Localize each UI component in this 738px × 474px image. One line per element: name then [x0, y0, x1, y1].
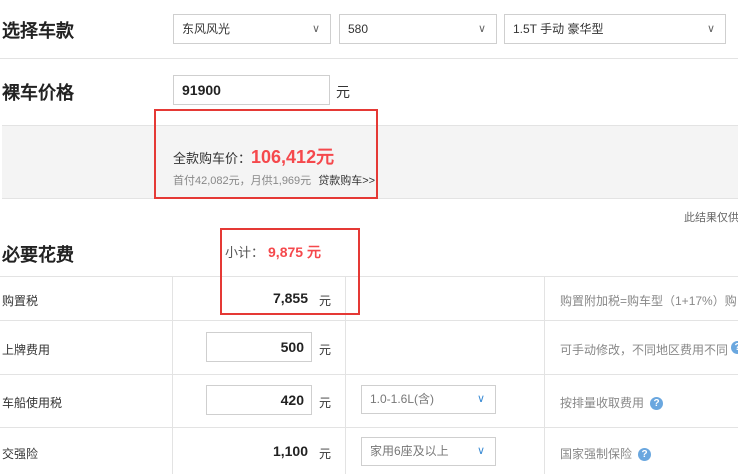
help-icon[interactable]: ? — [638, 448, 652, 462]
divider — [0, 58, 738, 59]
seat-select-value: 家用6座及以上 — [370, 444, 449, 458]
bare-price-unit: 元 — [336, 84, 350, 100]
help-icon[interactable]: ? — [650, 397, 664, 411]
bare-price-input[interactable]: 91900 — [173, 75, 330, 105]
chevron-down-icon: ∨ — [477, 23, 486, 35]
table-divider — [0, 427, 738, 428]
table-row-label: 交强险 — [2, 447, 39, 461]
help-icon[interactable]: ? — [731, 341, 738, 354]
vehicle-tax-unit: 元 — [319, 396, 332, 410]
brand-select[interactable]: 东风风光 ∨ — [173, 14, 331, 44]
insurance-value: 1,100 — [272, 443, 308, 459]
highlight-box-full-price — [154, 109, 378, 199]
chevron-down-icon: ∨ — [476, 393, 485, 405]
displacement-select-value: 1.0-1.6L(含) — [370, 392, 435, 406]
insurance-note: 国家强制保险? — [560, 445, 652, 462]
model-select-value: 1.5T 手动 豪华型 — [513, 22, 604, 36]
plate-fee-note: 可手动修改，不同地区费用不同 — [560, 343, 729, 357]
insurance-note-text: 国家强制保险 — [560, 447, 633, 461]
table-divider — [0, 374, 738, 375]
vehicle-tax-input[interactable]: 420 — [206, 385, 312, 415]
vehicle-tax-note-text: 按排量收取费用 — [560, 396, 645, 410]
table-column-divider — [172, 276, 173, 474]
model-select[interactable]: 1.5T 手动 豪华型 ∨ — [504, 14, 726, 44]
table-row-label: 上牌费用 — [2, 343, 51, 357]
disclaimer-text: 此结果仅供 — [684, 212, 738, 224]
chevron-down-icon: ∨ — [706, 23, 715, 35]
table-row-label: 车船使用税 — [2, 396, 63, 410]
plate-fee-input[interactable]: 500 — [206, 332, 312, 362]
bare-price-title: 裸车价格 — [2, 83, 74, 103]
purchase-tax-note: 购置附加税=购车型（1+17%）购 — [560, 294, 737, 308]
plate-fee-unit: 元 — [319, 343, 332, 357]
table-row-label: 购置税 — [2, 294, 39, 308]
chevron-down-icon: ∨ — [476, 445, 485, 457]
insurance-unit: 元 — [319, 447, 332, 461]
series-select[interactable]: 580 ∨ — [339, 14, 497, 44]
select-car-title: 选择车款 — [2, 21, 74, 41]
table-divider — [0, 320, 738, 321]
table-column-divider — [544, 276, 545, 474]
table-divider — [0, 276, 738, 277]
chevron-down-icon: ∨ — [311, 23, 320, 35]
seat-select[interactable]: 家用6座及以上 ∨ — [361, 437, 496, 466]
highlight-box-subtotal — [220, 228, 360, 315]
required-costs-title: 必要花费 — [2, 245, 74, 265]
series-select-value: 580 — [348, 22, 369, 36]
brand-select-value: 东风风光 — [182, 22, 231, 36]
displacement-select[interactable]: 1.0-1.6L(含) ∨ — [361, 385, 496, 414]
vehicle-tax-note: 按排量收取费用? — [560, 394, 664, 411]
